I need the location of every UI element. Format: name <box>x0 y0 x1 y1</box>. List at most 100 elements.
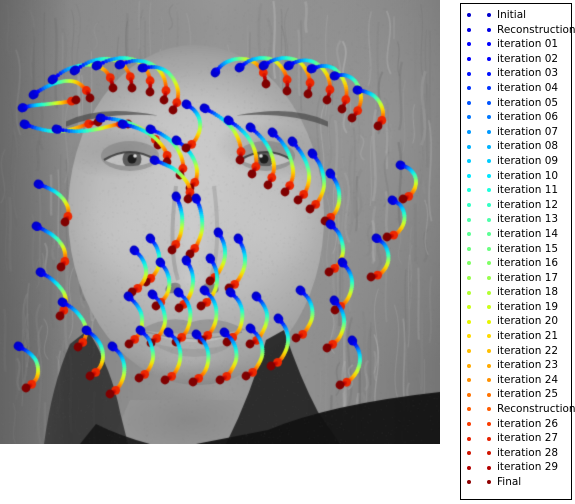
landmark-trajectory-overlay <box>0 0 440 444</box>
legend-label: iteration 02 <box>491 52 558 67</box>
legend-row[interactable]: iteration 28 <box>465 446 569 461</box>
legend-row[interactable]: Initial <box>465 8 569 23</box>
legend-label: iteration 16 <box>491 256 558 271</box>
legend-dot-icon <box>467 320 471 324</box>
legend-row[interactable]: iteration 03 <box>465 66 569 81</box>
legend-row[interactable]: iteration 27 <box>465 431 569 446</box>
legend-row[interactable]: iteration 17 <box>465 271 569 286</box>
legend-dot-icon <box>467 291 471 295</box>
legend-marker-pair <box>465 145 491 149</box>
legend-row[interactable]: iteration 29 <box>465 460 569 475</box>
legend-marker-pair <box>465 276 491 280</box>
legend-label: iteration 19 <box>491 300 558 315</box>
legend-marker-pair <box>465 232 491 236</box>
legend-row[interactable]: iteration 14 <box>465 227 569 242</box>
legend-row[interactable]: iteration 24 <box>465 373 569 388</box>
legend-row[interactable]: iteration 13 <box>465 212 569 227</box>
legend-dot-icon <box>467 130 471 134</box>
legend-label: iteration 08 <box>491 139 558 154</box>
legend-marker-pair <box>465 101 491 105</box>
legend-row[interactable]: iteration 09 <box>465 154 569 169</box>
legend-row[interactable]: iteration 11 <box>465 183 569 198</box>
legend-dot-icon <box>467 115 471 119</box>
legend-dot-icon <box>467 203 471 207</box>
legend-box: Initial Reconstruction iteration 01 iterati… <box>460 3 572 500</box>
legend-dot-icon <box>467 42 471 46</box>
legend-row[interactable]: iteration 19 <box>465 300 569 315</box>
legend-row[interactable]: iteration 08 <box>465 139 569 154</box>
legend-marker-pair <box>465 437 491 441</box>
legend-label: iteration 09 <box>491 154 558 169</box>
legend-dot-icon <box>467 378 471 382</box>
legend-label: iteration 15 <box>491 242 558 257</box>
legend-dot-icon <box>467 247 471 251</box>
legend-marker-pair <box>465 305 491 309</box>
legend-row[interactable]: iteration 15 <box>465 242 569 257</box>
legend-label: iteration 07 <box>491 125 558 140</box>
legend-marker-pair <box>465 364 491 368</box>
legend-dot-icon <box>467 28 471 32</box>
legend-row[interactable]: iteration 20 <box>465 314 569 329</box>
legend-dot-icon <box>467 145 471 149</box>
legend-dot-icon <box>467 407 471 411</box>
legend-label: iteration 20 <box>491 314 558 329</box>
legend-row[interactable]: iteration 01 <box>465 37 569 52</box>
legend-marker-pair <box>465 203 491 207</box>
legend-row[interactable]: iteration 21 <box>465 329 569 344</box>
legend-marker-pair <box>465 247 491 251</box>
legend-label: iteration 04 <box>491 81 558 96</box>
legend-marker-pair <box>465 393 491 397</box>
legend-dot-icon <box>467 261 471 265</box>
legend-label: iteration 03 <box>491 66 558 81</box>
legend-row[interactable]: iteration 06 <box>465 110 569 125</box>
legend-marker-pair <box>465 407 491 411</box>
legend-label: iteration 29 <box>491 460 558 475</box>
image-panel <box>0 0 440 444</box>
legend-label: iteration 26 <box>491 417 558 432</box>
legend-row[interactable]: iteration 05 <box>465 96 569 111</box>
legend-label: iteration 24 <box>491 373 558 388</box>
legend-row[interactable]: iteration 02 <box>465 52 569 67</box>
legend-row[interactable]: iteration 12 <box>465 198 569 213</box>
legend-marker-pair <box>465 188 491 192</box>
legend-marker-pair <box>465 480 491 484</box>
legend-label: iteration 17 <box>491 271 558 286</box>
legend-row[interactable]: iteration 16 <box>465 256 569 271</box>
legend-row[interactable]: iteration 07 <box>465 125 569 140</box>
legend-row[interactable]: Reconstruction <box>465 402 569 417</box>
legend-marker-pair <box>465 261 491 265</box>
legend-dot-icon <box>467 57 471 61</box>
legend-dot-icon <box>467 451 471 455</box>
legend-label: Final <box>491 475 521 490</box>
legend-marker-pair <box>465 130 491 134</box>
legend-row[interactable]: Reconstruction <box>465 23 569 38</box>
legend-label: iteration 23 <box>491 358 558 373</box>
legend-marker-pair <box>465 334 491 338</box>
legend-row[interactable]: iteration 26 <box>465 417 569 432</box>
legend-row[interactable]: iteration 04 <box>465 81 569 96</box>
legend-marker-pair <box>465 174 491 178</box>
legend-marker-pair <box>465 378 491 382</box>
legend-dot-icon <box>467 364 471 368</box>
legend-row[interactable]: iteration 25 <box>465 387 569 402</box>
legend-label: iteration 28 <box>491 446 558 461</box>
legend-row[interactable]: iteration 23 <box>465 358 569 373</box>
legend-dot-icon <box>467 174 471 178</box>
legend-row[interactable]: iteration 18 <box>465 285 569 300</box>
legend-label: iteration 22 <box>491 344 558 359</box>
legend-marker-pair <box>465 42 491 46</box>
legend-row[interactable]: iteration 22 <box>465 344 569 359</box>
legend-label: iteration 12 <box>491 198 558 213</box>
legend-label: iteration 01 <box>491 37 558 52</box>
legend-row[interactable]: iteration 10 <box>465 169 569 184</box>
legend-marker-pair <box>465 57 491 61</box>
legend-dot-icon <box>467 232 471 236</box>
legend-label: Reconstruction <box>491 402 575 417</box>
figure-root: Initial Reconstruction iteration 01 iterati… <box>0 0 575 504</box>
legend-label: iteration 05 <box>491 96 558 111</box>
legend-marker-pair <box>465 291 491 295</box>
legend-dot-icon <box>467 334 471 338</box>
legend-row[interactable]: Final <box>465 475 569 490</box>
legend-dot-icon <box>467 437 471 441</box>
legend-label: iteration 18 <box>491 285 558 300</box>
